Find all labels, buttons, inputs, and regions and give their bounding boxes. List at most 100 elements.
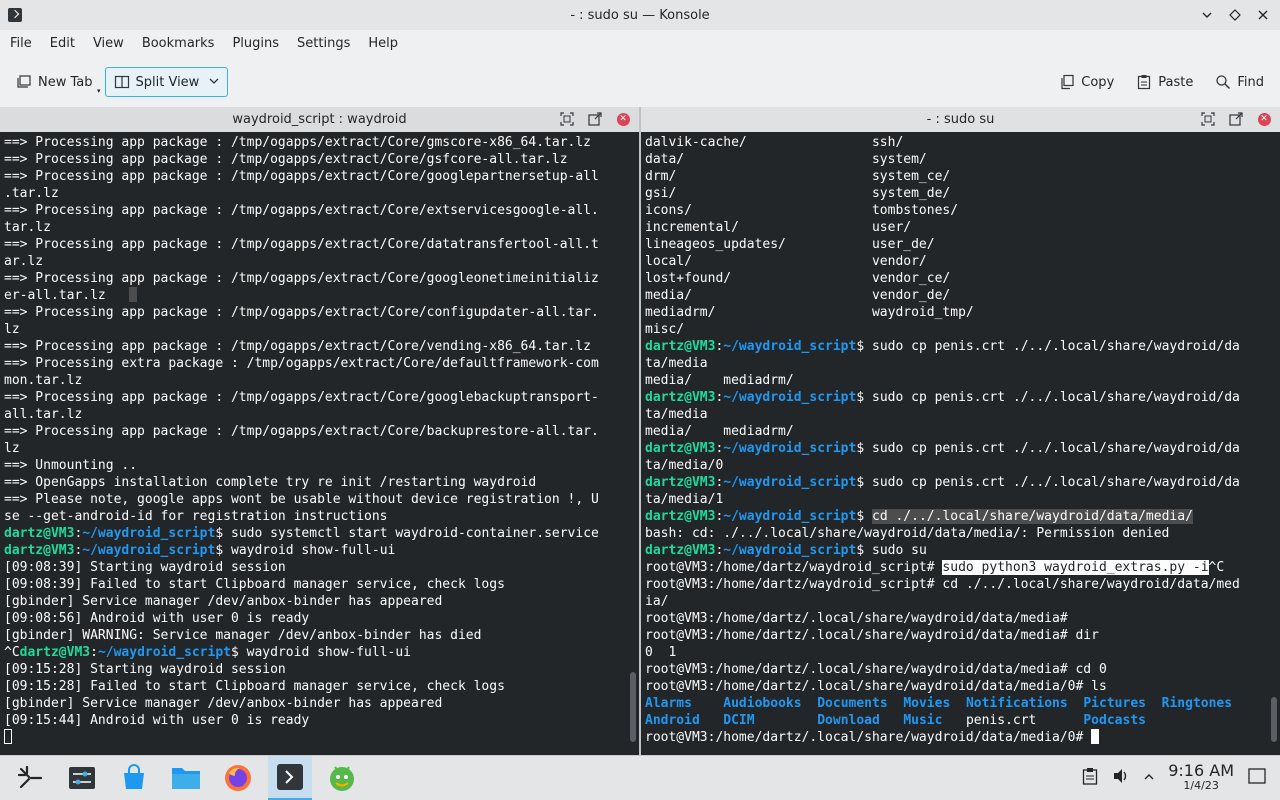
terminal-line: [09:08:39] Failed to start Clipboard man…	[4, 576, 627, 593]
terminal-text: ==> Processing app package : /tmp/ogapps…	[4, 271, 599, 286]
terminal-text: ~/waydroid_script	[723, 339, 857, 354]
terminal-text: Podcasts	[1083, 713, 1146, 728]
terminal-line: dalvik-cache/ ssh/	[645, 134, 1268, 151]
terminal-line: lz	[4, 440, 627, 457]
terminal-text: 0 1	[645, 645, 677, 660]
terminal-text: [09:15:28] Starting waydroid session	[4, 662, 286, 677]
terminal-line: ar.lz	[4, 253, 627, 270]
terminal-text: gsi/ system_de/	[645, 186, 951, 201]
discover-icon[interactable]	[112, 756, 156, 800]
terminal-text: lost+found/ vendor_ce/	[645, 271, 951, 286]
firefox-icon[interactable]	[216, 756, 260, 800]
terminal-line: ==> Processing app package : /tmp/ogapps…	[4, 389, 627, 406]
taskbar: 9:16 AM 1/4/23	[0, 755, 1280, 800]
clipboard-icon[interactable]	[1082, 767, 1098, 789]
terminal-line: dartz@VM3:~/waydroid_script$ sudo cp pen…	[645, 474, 1268, 491]
split-view-icon	[114, 74, 130, 90]
terminal-line: ==> Processing app package : /tmp/ogapps…	[4, 151, 627, 168]
paste-button[interactable]: Paste	[1128, 67, 1201, 97]
terminal-output-left[interactable]: ==> Processing app package : /tmp/ogapps…	[4, 134, 627, 755]
terminal-line: all.tar.lz	[4, 406, 627, 423]
terminal-line: [09:08:56] Android with user 0 is ready	[4, 610, 627, 627]
system-settings-icon[interactable]	[60, 756, 104, 800]
terminal-text: Movies	[903, 696, 951, 711]
copy-button[interactable]: Copy	[1051, 67, 1122, 97]
menu-plugins[interactable]: Plugins	[226, 30, 285, 58]
terminal-line: lost+found/ vendor_ce/	[645, 270, 1268, 287]
terminal-text: [09:08:39] Failed to start Clipboard man…	[4, 577, 505, 592]
maximize-pane-icon[interactable]	[1200, 111, 1216, 127]
new-tab-icon	[16, 74, 32, 90]
terminal-line: dartz@VM3:~/waydroid_script$ sudo cp pen…	[645, 389, 1268, 406]
detach-pane-icon[interactable]	[587, 111, 603, 127]
menu-view[interactable]: View	[87, 30, 130, 58]
terminal-pane-right[interactable]: - : sudo su ✕ dalvik-cache/ ssh/data/ sy…	[641, 107, 1280, 755]
scrollbar-left[interactable]	[630, 672, 636, 742]
expand-tray-icon[interactable]	[1144, 771, 1154, 786]
close-pane-icon[interactable]: ✕	[1256, 111, 1272, 127]
split-view-button[interactable]: Split View	[104, 67, 229, 97]
terminal-line: [09:08:39] Starting waydroid session	[4, 559, 627, 576]
terminal-text: lz	[4, 322, 20, 337]
terminal-text: ta/media	[645, 407, 708, 422]
terminal-text: Audiobooks	[723, 696, 802, 711]
terminal-line: root@VM3:/home/dartz/waydroid_script# cd…	[645, 576, 1268, 593]
terminal-text: root@VM3:/home/dartz/.local/share/waydro…	[645, 730, 1092, 745]
terminal-output-right[interactable]: dalvik-cache/ ssh/data/ system/drm/ syst…	[645, 134, 1268, 755]
terminal-text: $ waydroid show-full-ui	[231, 645, 412, 660]
maximize-button[interactable]	[1224, 4, 1246, 26]
terminal-text: ==> Processing app package : /tmp/ogapps…	[4, 169, 599, 184]
new-tab-button[interactable]: New Tab ▾	[8, 67, 101, 97]
menu-bar: File Edit View Bookmarks Plugins Setting…	[0, 30, 1280, 58]
copy-label: Copy	[1081, 74, 1115, 90]
terminal-text: $	[856, 509, 872, 524]
terminal-text: ~/waydroid_script	[723, 390, 857, 405]
window-titlebar[interactable]: - : sudo su — Konsole	[0, 0, 1280, 30]
maximize-pane-icon[interactable]	[559, 111, 575, 127]
volume-icon[interactable]	[1112, 767, 1130, 789]
minimize-button[interactable]	[1196, 4, 1218, 26]
terminal-pane-left[interactable]: waydroid_script : waydroid ✕ ==> Process…	[0, 107, 639, 755]
menu-edit[interactable]: Edit	[44, 30, 81, 58]
terminal-text: [gbinder] Service manager /dev/anbox-bin…	[4, 594, 443, 609]
menu-settings[interactable]: Settings	[291, 30, 356, 58]
menu-file[interactable]: File	[4, 30, 38, 58]
find-button[interactable]: Find	[1207, 67, 1272, 97]
terminal-text: dartz@VM3	[645, 509, 716, 524]
close-window-button[interactable]	[1252, 4, 1274, 26]
terminal-text: ==> Processing app package : /tmp/ogapps…	[4, 390, 599, 405]
terminal-text: [gbinder] Service manager /dev/anbox-bin…	[4, 696, 443, 711]
menu-bookmarks[interactable]: Bookmarks	[136, 30, 221, 58]
terminal-line	[4, 729, 627, 746]
terminal-text: ^C	[1208, 560, 1225, 575]
file-manager-icon[interactable]	[164, 756, 208, 800]
detach-pane-icon[interactable]	[1228, 111, 1244, 127]
pane-title-left: waydroid_script : waydroid	[232, 112, 407, 127]
copy-icon	[1059, 74, 1075, 90]
scrollbar-right[interactable]	[1271, 697, 1277, 742]
terminal-cursor	[1091, 729, 1100, 744]
find-label: Find	[1237, 74, 1264, 90]
application-launcher-icon[interactable]	[8, 756, 52, 800]
system-tray: 9:16 AM 1/4/23	[1082, 763, 1280, 793]
terminal-text: root@VM3:/home/dartz/waydroid_script#	[645, 560, 943, 575]
terminal-line: mon.tar.lz	[4, 372, 627, 389]
terminal-text: ==> Unmounting ..	[4, 458, 138, 473]
terminal-line: ==> Processing app package : /tmp/ogapps…	[4, 168, 627, 185]
terminal-line: dartz@VM3:~/waydroid_script$ waydroid sh…	[4, 542, 627, 559]
show-desktop-icon[interactable]	[1248, 768, 1266, 788]
terminal-text: ~/waydroid_script	[82, 526, 216, 541]
terminal-line: ==> Processing app package : /tmp/ogapps…	[4, 304, 627, 321]
terminal-text: ta/media/1	[645, 492, 724, 507]
digital-clock[interactable]: 9:16 AM 1/4/23	[1168, 763, 1234, 793]
menu-help[interactable]: Help	[362, 30, 404, 58]
terminal-line: ==> Please note, google apps wont be usa…	[4, 491, 627, 508]
konsole-taskbar-icon[interactable]	[268, 756, 312, 800]
terminal-text: Music	[903, 713, 943, 728]
waydroid-icon[interactable]	[320, 756, 364, 800]
close-pane-icon[interactable]: ✕	[615, 111, 631, 127]
terminal-text: ==> Processing app package : /tmp/ogapps…	[4, 305, 599, 320]
konsole-app-icon[interactable]	[8, 8, 22, 22]
